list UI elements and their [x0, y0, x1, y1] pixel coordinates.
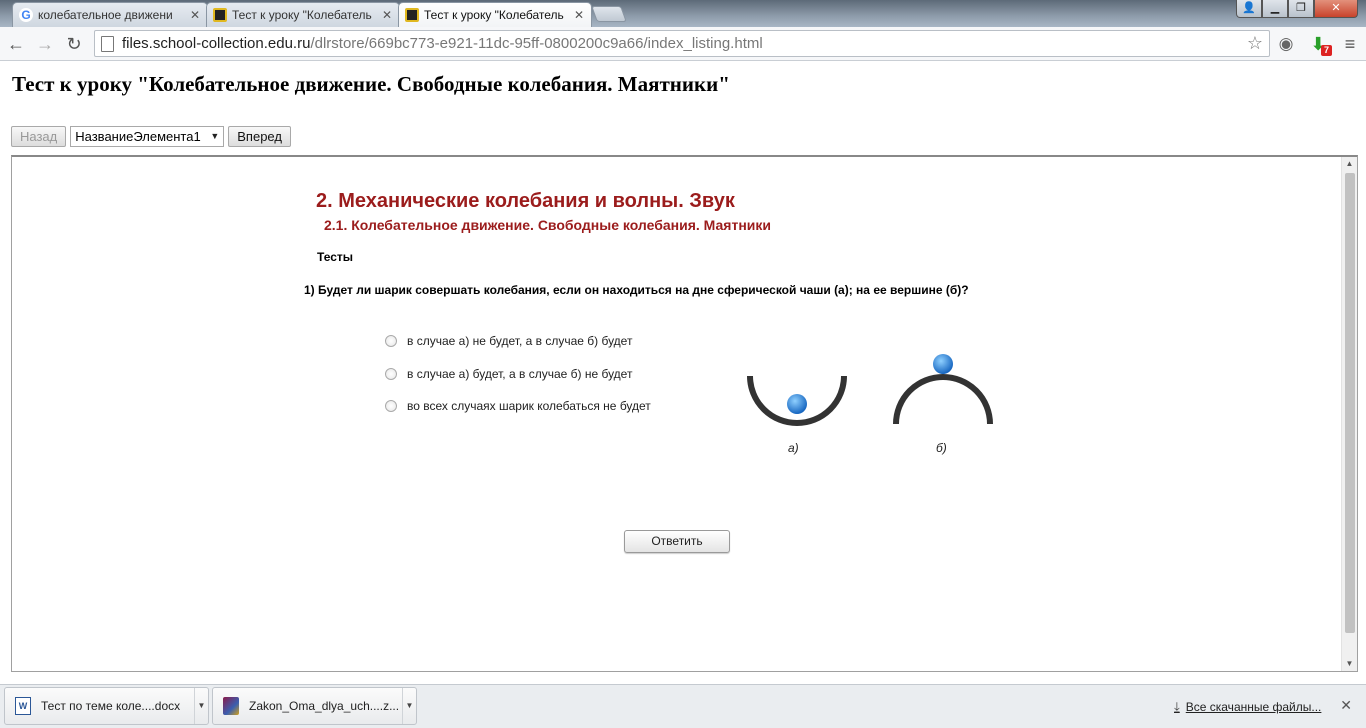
bowl-figure: а) б): [737, 342, 1017, 455]
url-text: files.school-collection.edu.ru/dlrstore/…: [122, 35, 763, 52]
tab-close-icon[interactable]: ✕: [573, 8, 585, 22]
back-arrow-icon[interactable]: ←: [4, 32, 28, 56]
content-frame: 2. Механические колебания и волны. Звук …: [11, 155, 1358, 672]
archive-icon: [223, 697, 239, 715]
lesson-navigation: Назад НазваниеЭлемента1 ▼ Вперед: [11, 126, 291, 147]
url-host: files.school-collection.edu.ru: [122, 35, 311, 52]
scroll-down-icon[interactable]: ▼: [1342, 657, 1357, 671]
download-menu-caret-icon[interactable]: ▼: [194, 688, 208, 724]
page-title: Тест к уроку "Колебательное движение. Св…: [12, 72, 730, 96]
download-arrow-icon: ⤓: [1174, 699, 1180, 714]
subsection-title: 2.1. Колебательное движение. Свободные к…: [324, 217, 771, 233]
section-title: 2. Механические колебания и волны. Звук: [316, 190, 735, 212]
option-label: во всех случаях шарик колебаться не буде…: [407, 399, 651, 413]
browser-toolbar: ← → ↻ files.school-collection.edu.ru/dlr…: [0, 27, 1366, 61]
browser-tab-1[interactable]: G колебательное движени ✕: [12, 2, 208, 27]
submit-answer-button[interactable]: Ответить: [624, 530, 730, 553]
tab-close-icon[interactable]: ✕: [189, 8, 201, 22]
tab-title: Тест к уроку "Колебатель: [232, 8, 372, 22]
close-shelf-icon[interactable]: ✕: [1340, 697, 1352, 714]
bookmark-star-icon[interactable]: ☆: [1247, 33, 1263, 54]
element-select[interactable]: НазваниеЭлемента1 ▼: [70, 126, 225, 147]
word-doc-icon: W: [15, 697, 31, 715]
tab-close-icon[interactable]: ✕: [381, 8, 393, 22]
tab-title: колебательное движени: [38, 8, 173, 22]
bowl-diagram: [747, 354, 993, 426]
eye-extension-icon[interactable]: ◉: [1274, 32, 1298, 56]
window-controls: 👤 ▁ ❐ ✕: [1236, 0, 1358, 18]
select-value: НазваниеЭлемента1: [75, 129, 201, 144]
user-icon[interactable]: 👤: [1236, 0, 1262, 18]
page-info-icon[interactable]: [101, 35, 114, 52]
address-bar[interactable]: files.school-collection.edu.ru/dlrstore/…: [94, 30, 1270, 57]
radio-button[interactable]: [385, 400, 397, 412]
minimize-button[interactable]: ▁: [1262, 0, 1288, 18]
download-item-2[interactable]: Zakon_Oma_dlya_uch....z... ▼: [212, 687, 417, 725]
question-text: 1) Будет ли шарик совершать колебания, е…: [304, 283, 969, 297]
forward-arrow-icon[interactable]: →: [33, 32, 57, 56]
download-menu-caret-icon[interactable]: ▼: [402, 688, 416, 724]
page-icon: [213, 8, 227, 22]
option-label: в случае а) не будет, а в случае б) буде…: [407, 334, 633, 348]
menu-icon[interactable]: ≡: [1338, 32, 1362, 56]
scrollbar-thumb[interactable]: [1345, 173, 1355, 633]
frame-scrollbar[interactable]: ▲ ▼: [1341, 157, 1357, 671]
convex-dome: [893, 374, 993, 425]
dropdown-arrow-icon: ▼: [210, 131, 220, 141]
ball-in-bowl: [787, 394, 807, 414]
url-path: /dlrstore/669bc773-e921-11dc-95ff-080020…: [310, 35, 763, 52]
figure-label-b: б): [936, 441, 947, 455]
maximize-button[interactable]: ❐: [1288, 0, 1314, 18]
answer-option-1[interactable]: в случае а) не будет, а в случае б) буде…: [385, 333, 651, 349]
browser-tab-3-active[interactable]: Тест к уроку "Колебатель ✕: [398, 2, 592, 27]
all-downloads-link[interactable]: ⤓ Все скачанные файлы...: [1174, 699, 1321, 715]
tab-title: Тест к уроку "Колебатель: [424, 8, 564, 22]
ball-on-dome: [933, 354, 953, 374]
tab-strip: G колебательное движени ✕ Тест к уроку "…: [0, 0, 1366, 27]
browser-tab-2[interactable]: Тест к уроку "Колебатель ✕: [206, 2, 400, 27]
download-extension-icon[interactable]: ⬇ 7: [1306, 32, 1332, 56]
tests-label: Тесты: [317, 250, 354, 264]
radio-button[interactable]: [385, 335, 397, 347]
answer-option-2[interactable]: в случае а) будет, а в случае б) не буде…: [385, 366, 651, 382]
download-filename: Zakon_Oma_dlya_uch....z...: [249, 699, 400, 713]
new-tab-button[interactable]: [591, 6, 627, 22]
download-filename: Тест по теме коле....docx: [41, 699, 181, 713]
answer-options: в случае а) не будет, а в случае б) буде…: [385, 333, 651, 431]
download-shelf: W Тест по теме коле....docx ▼ Zakon_Oma_…: [0, 684, 1366, 728]
google-icon: G: [19, 8, 33, 22]
figure-label-a: а): [788, 441, 799, 455]
scroll-up-icon[interactable]: ▲: [1342, 157, 1357, 171]
reload-icon[interactable]: ↻: [62, 32, 86, 56]
back-button[interactable]: Назад: [11, 126, 67, 147]
option-label: в случае а) будет, а в случае б) не буде…: [407, 366, 633, 381]
all-downloads-label: Все скачанные файлы...: [1185, 700, 1322, 714]
radio-button[interactable]: [385, 367, 397, 380]
extension-badge: 7: [1321, 45, 1332, 56]
answer-option-3[interactable]: во всех случаях шарик колебаться не буде…: [385, 398, 651, 414]
page-icon: [405, 8, 419, 22]
download-item-1[interactable]: W Тест по теме коле....docx ▼: [4, 687, 209, 725]
close-window-button[interactable]: ✕: [1314, 0, 1358, 18]
forward-button[interactable]: Вперед: [228, 126, 291, 147]
